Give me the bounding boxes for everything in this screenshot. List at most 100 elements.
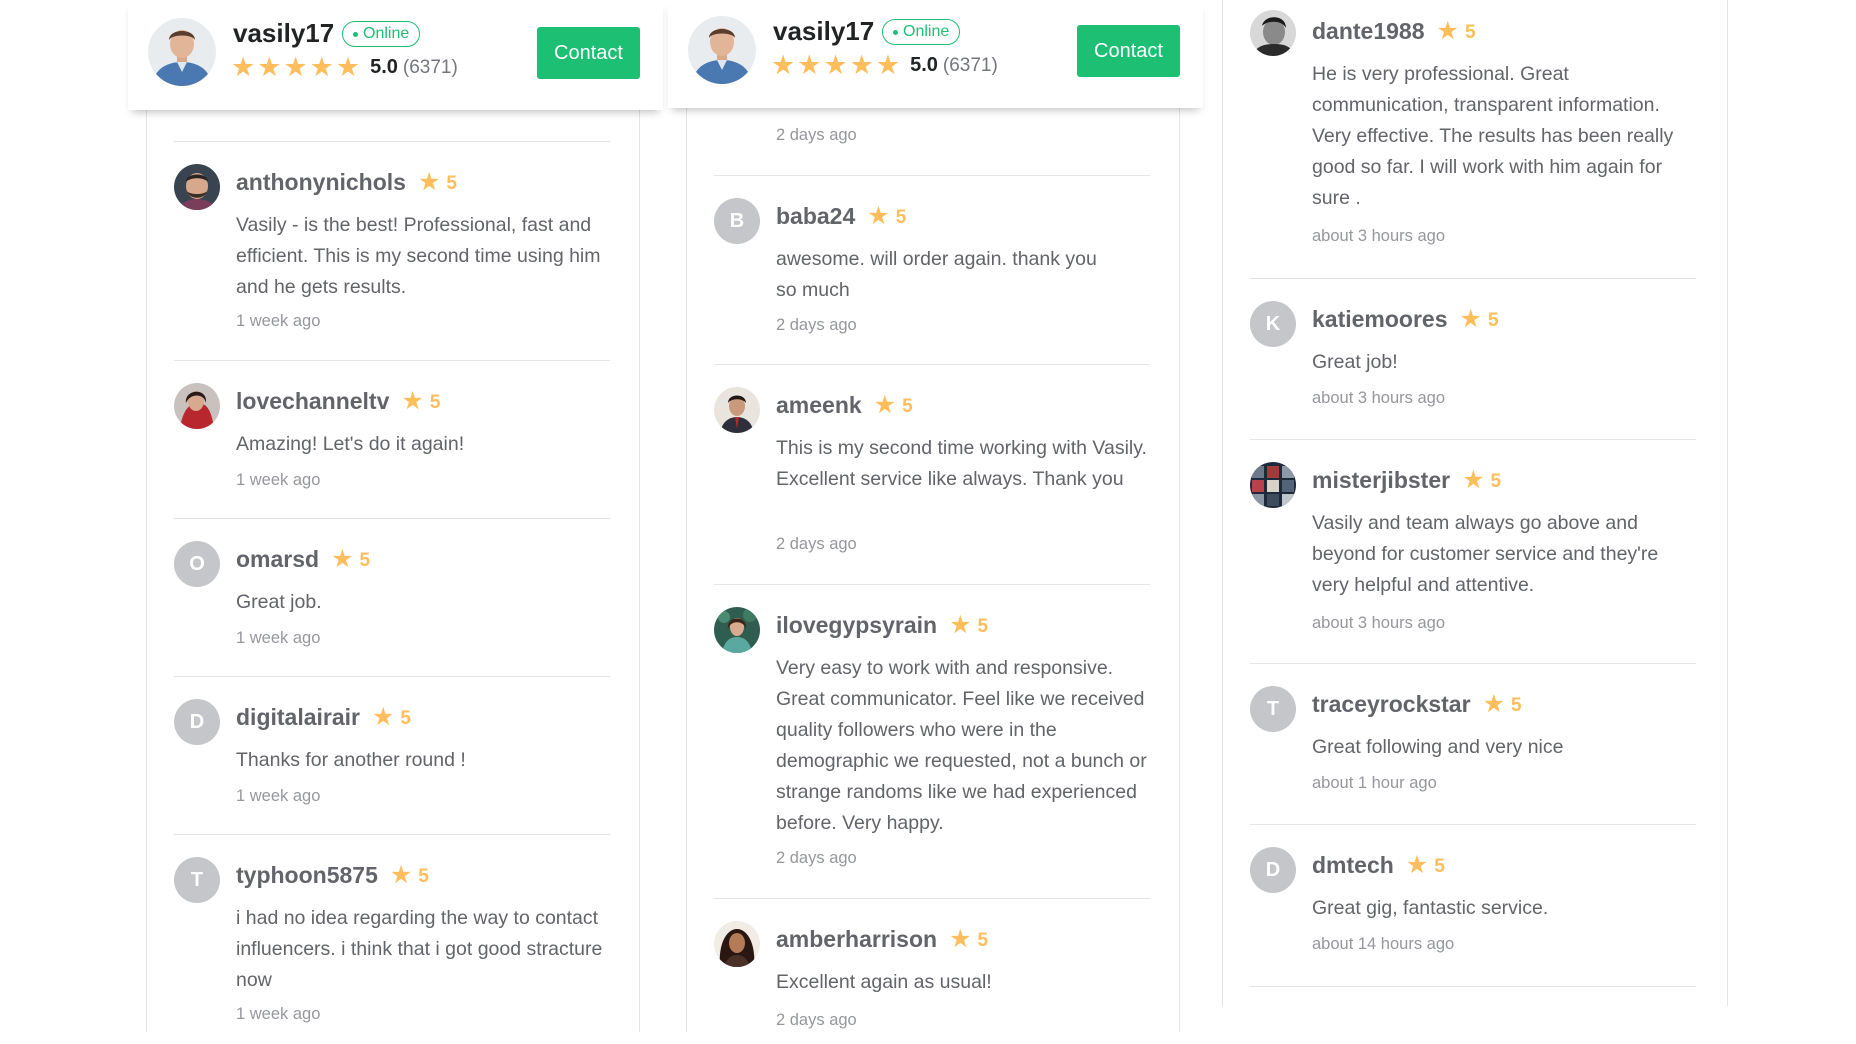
reviewer-avatar[interactable]: K — [1250, 301, 1296, 347]
reviewer-avatar[interactable] — [1250, 10, 1296, 56]
review-time: 1 week ago — [236, 471, 321, 489]
star-icon: ★ — [867, 201, 890, 230]
review-item: D dmtech ★ 5 Great gig, fantastic servic… — [1250, 824, 1696, 987]
reviewer-username[interactable]: anthonynichols — [236, 169, 406, 196]
reviewer-username[interactable]: traceyrockstar — [1312, 691, 1471, 718]
review-header: misterjibster ★ 5 — [1312, 465, 1501, 495]
review-time: 2 days ago — [776, 849, 857, 867]
review-text: Very easy to work with and responsive. G… — [776, 657, 1147, 834]
reviewer-avatar[interactable]: T — [174, 857, 220, 903]
review-rating: 5 — [1510, 695, 1522, 716]
review-text: Vasily - is the best! Professional, fast… — [236, 214, 601, 298]
review-item: T typhoon5875 ★ 5 i had no idea regardin… — [174, 834, 610, 1035]
review-count[interactable]: (6371) — [403, 57, 458, 79]
review-text: He is very professional. Great communica… — [1312, 63, 1674, 209]
review-time: 1 week ago — [236, 629, 321, 647]
review-item: misterjibster ★ 5 Vasily and team always… — [1250, 439, 1696, 664]
reviewer-avatar[interactable] — [1250, 462, 1296, 508]
review-rating: 5 — [977, 930, 989, 951]
reviewer-username[interactable]: misterjibster — [1312, 467, 1450, 494]
star-icon: ★ — [1459, 304, 1482, 333]
reviewer-username[interactable]: dante1988 — [1312, 18, 1425, 45]
reviewer-username[interactable]: omarsd — [236, 546, 319, 573]
star-icon: ★ — [309, 52, 334, 82]
star-icon: ★ — [949, 610, 972, 639]
reviewer-username[interactable]: digitalairair — [236, 704, 360, 731]
review-column-3: dante1988 ★ 5 He is very professional. G… — [1222, 0, 1742, 1044]
online-status-label: Online — [903, 23, 950, 40]
reviewer-avatar[interactable] — [174, 383, 220, 429]
star-icon: ★ — [1405, 850, 1429, 879]
star-icon: ★ — [389, 860, 413, 889]
reviewer-username[interactable]: lovechanneltv — [236, 388, 389, 415]
reviewer-avatar[interactable]: D — [174, 699, 220, 745]
review-text: Vasily and team always go above and beyo… — [1312, 512, 1659, 596]
star-icon: ★ — [1482, 689, 1505, 718]
review-time: about 3 hours ago — [1312, 614, 1446, 632]
reviewer-avatar[interactable] — [714, 921, 760, 967]
review-rating: 5 — [902, 396, 913, 417]
seller-avatar[interactable] — [148, 18, 216, 86]
seller-rating: ★ ★ ★ ★ ★ 5.0 (6371) — [231, 54, 458, 81]
reviewer-username[interactable]: amberharrison — [776, 926, 937, 953]
review-text: Great job! — [1312, 351, 1398, 373]
review-count[interactable]: (6371) — [943, 55, 998, 77]
seller-rating: ★ ★ ★ ★ ★ 5.0 (6371) — [771, 52, 998, 79]
star-icon: ★ — [1436, 16, 1459, 45]
star-icon: ★ — [335, 52, 361, 82]
reviewer-username[interactable]: dmtech — [1312, 852, 1394, 879]
review-header: anthonynichols ★ 5 — [236, 167, 457, 197]
reviewer-avatar[interactable]: O — [174, 541, 220, 587]
review-rating: 5 — [1464, 22, 1476, 43]
review-header: ilovegypsyrain ★ 5 — [776, 610, 988, 640]
contact-button[interactable]: Contact — [1077, 25, 1180, 77]
seller-username[interactable]: vasily17 — [773, 16, 874, 47]
review-text: Great gig, fantastic service. — [1312, 897, 1549, 919]
reviewer-username[interactable]: katiemoores — [1312, 306, 1448, 333]
review-item: T traceyrockstar ★ 5 Great following and… — [1250, 663, 1696, 825]
review-text: Thanks for another round ! — [236, 749, 466, 771]
reviewer-username[interactable]: typhoon5875 — [236, 862, 378, 889]
review-header: ameenk ★ 5 — [776, 390, 913, 420]
review-rating: 5 — [400, 708, 411, 729]
reviewer-avatar[interactable] — [714, 607, 760, 653]
reviewer-username[interactable]: ilovegypsyrain — [776, 612, 937, 639]
star-icon: ★ — [797, 50, 822, 80]
review-rating: 5 — [418, 866, 429, 887]
review-time: about 1 hour ago — [1312, 774, 1437, 792]
review-text: This is my second time working with Vasi… — [776, 437, 1147, 490]
review-rating: 5 — [1487, 310, 1499, 331]
star-icon: ★ — [823, 50, 848, 80]
review-rating: 5 — [429, 392, 441, 413]
reviewer-username[interactable]: ameenk — [776, 392, 862, 419]
review-column-1: vasily17 Online ★ ★ ★ ★ ★ 5.0 (6371) Con… — [128, 0, 663, 1044]
review-time: 2 days ago — [776, 535, 857, 553]
review-header: lovechanneltv ★ 5 — [236, 386, 440, 416]
review-rating: 5 — [446, 173, 457, 194]
contact-button[interactable]: Contact — [537, 27, 640, 79]
online-dot-icon — [893, 29, 898, 35]
reviewer-avatar[interactable] — [174, 164, 220, 210]
star-icon: ★ — [949, 924, 972, 953]
seller-avatar[interactable] — [688, 16, 756, 84]
review-header: katiemoores ★ 5 — [1312, 304, 1499, 334]
seller-username[interactable]: vasily17 — [233, 18, 334, 49]
online-dot-icon — [353, 31, 358, 37]
star-icon: ★ — [283, 52, 308, 82]
review-item: lovechanneltv ★ 5 Amazing! Let's do it a… — [174, 360, 610, 519]
reviewer-avatar[interactable]: B — [714, 198, 760, 244]
online-status-label: Online — [363, 25, 410, 42]
review-item: ameenk ★ 5 This is my second time workin… — [714, 364, 1150, 585]
review-time: 1 week ago — [236, 1005, 321, 1023]
review-text: Great job. — [236, 591, 322, 613]
review-text: i had no idea regarding the way to conta… — [236, 907, 603, 991]
review-text: Excellent again as usual! — [776, 971, 992, 993]
reviewer-avatar[interactable]: D — [1250, 847, 1296, 893]
star-icon: ★ — [771, 50, 796, 80]
reviewer-avatar[interactable] — [714, 387, 760, 433]
reviewer-username[interactable]: baba24 — [776, 203, 855, 230]
review-header: traceyrockstar ★ 5 — [1312, 689, 1522, 719]
review-header: omarsd ★ 5 — [236, 544, 370, 574]
reviewer-avatar[interactable]: T — [1250, 686, 1296, 732]
review-header: amberharrison ★ 5 — [776, 924, 988, 954]
